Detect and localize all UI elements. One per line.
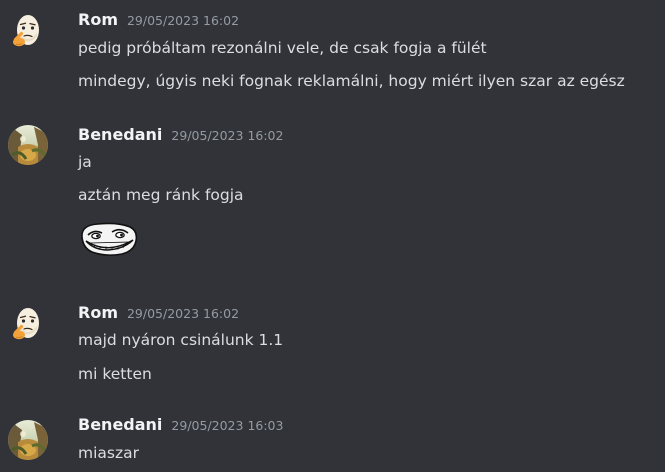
avatar[interactable] (8, 125, 48, 165)
avatar[interactable] (8, 420, 48, 460)
timestamp: 29/05/2023 16:02 (126, 13, 240, 28)
avatar[interactable] (8, 305, 48, 345)
message-text: majd nyáron csinálunk 1.1 (78, 331, 284, 349)
message-group: Rom 29/05/2023 16:02 majd nyáron csinálu… (0, 300, 665, 405)
landscape-photo-avatar (8, 125, 48, 165)
message-text: ja (78, 153, 92, 171)
thinking-egg-icon (8, 12, 48, 52)
chat-message-list: Rom 29/05/2023 16:02 pedig próbáltam rez… (0, 0, 665, 472)
message-group: Benedani 29/05/2023 16:03 miaszar (0, 405, 665, 472)
timestamp: 29/05/2023 16:02 (126, 306, 240, 321)
message-text: pedig próbáltam rezonálni vele, de csak … (78, 39, 487, 57)
avatar[interactable] (8, 12, 48, 52)
message-header: Benedani 29/05/2023 16:03 (78, 415, 283, 434)
timestamp: 29/05/2023 16:03 (171, 418, 284, 433)
message-text: mindegy, úgyis neki fognak reklamálni, h… (78, 72, 625, 90)
timestamp: 29/05/2023 16:02 (171, 128, 284, 143)
message-group: Benedani 29/05/2023 16:02 ja aztán meg r… (0, 115, 665, 300)
message-text: miaszar (78, 444, 139, 462)
troll-face-sticker[interactable] (78, 221, 140, 257)
username[interactable]: Benedani (78, 415, 162, 434)
message-header: Rom 29/05/2023 16:02 (78, 10, 239, 29)
message-text: aztán meg ránk fogja (78, 186, 244, 204)
message-header: Rom 29/05/2023 16:02 (78, 303, 239, 322)
message-text: mi ketten (78, 365, 152, 383)
thinking-egg-icon (8, 305, 48, 345)
message-group: Rom 29/05/2023 16:02 pedig próbáltam rez… (0, 0, 665, 115)
landscape-photo-avatar (8, 420, 48, 460)
username[interactable]: Rom (78, 303, 118, 322)
username[interactable]: Rom (78, 10, 118, 29)
message-header: Benedani 29/05/2023 16:02 (78, 125, 283, 144)
username[interactable]: Benedani (78, 125, 162, 144)
